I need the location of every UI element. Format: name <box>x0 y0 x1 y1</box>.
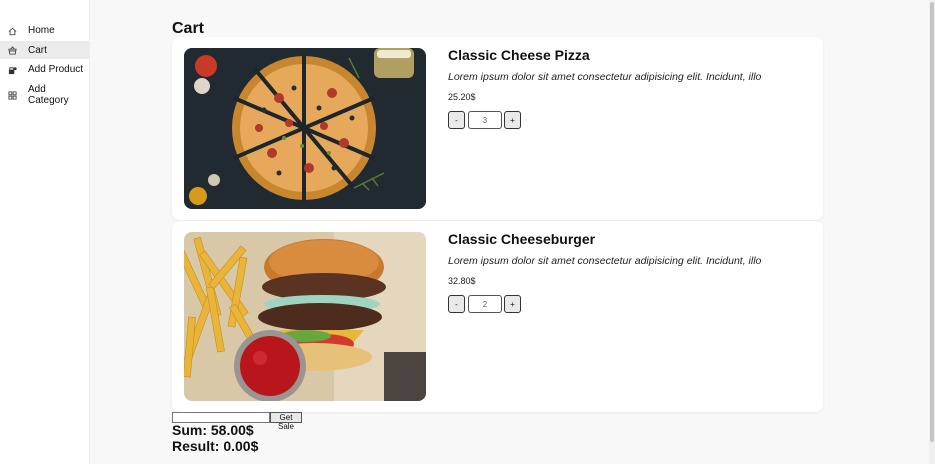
page-title: Cart <box>172 20 205 37</box>
decrement-button[interactable]: - <box>448 111 465 129</box>
sidebar-item-add-product[interactable]: Add Product <box>0 64 89 78</box>
sidebar-item-label: Add Category <box>28 84 69 106</box>
product-name: Classic Cheese Pizza <box>448 47 590 63</box>
cart-item-card: Classic Cheeseburger Lorem ipsum dolor s… <box>172 221 823 412</box>
product-description: Lorem ipsum dolor sit amet consectetur a… <box>448 255 762 267</box>
sidebar-item-add-category[interactable]: Add Category <box>0 84 89 108</box>
quantity-input[interactable] <box>468 111 502 129</box>
sidebar-item-home[interactable]: Home <box>0 25 89 39</box>
grid-icon <box>8 91 17 100</box>
sidebar-item-cart[interactable]: Cart <box>0 41 89 59</box>
home-icon <box>8 27 17 36</box>
sidebar-item-label: Home <box>28 25 55 36</box>
burger-photo <box>184 232 426 401</box>
increment-button[interactable]: + <box>504 111 521 129</box>
basket-icon <box>8 46 17 55</box>
pizza-photo <box>184 48 426 209</box>
increment-button[interactable]: + <box>504 295 521 313</box>
scrollbar-thumb[interactable] <box>930 2 934 442</box>
cart-result: Result: 0.00$ <box>172 438 259 454</box>
add-product-icon <box>8 67 17 75</box>
cart-item-card: Classic Cheese Pizza Lorem ipsum dolor s… <box>172 37 823 220</box>
sidebar-item-label: Add Product <box>28 64 84 75</box>
product-description: Lorem ipsum dolor sit amet consectetur a… <box>448 71 762 83</box>
decrement-button[interactable]: - <box>448 295 465 313</box>
product-name: Classic Cheeseburger <box>448 231 596 247</box>
cart-sum: Sum: 58.00$ <box>172 422 254 438</box>
product-price: 32.80$ <box>448 276 476 286</box>
sidebar-item-label: Cart <box>28 45 47 56</box>
scrollbar[interactable] <box>929 0 935 464</box>
get-sale-button[interactable]: Get Sale <box>270 412 302 431</box>
product-price: 25.20$ <box>448 92 476 102</box>
quantity-input[interactable] <box>468 295 502 313</box>
sidebar: Home Cart Add Product Add Category <box>0 0 90 464</box>
